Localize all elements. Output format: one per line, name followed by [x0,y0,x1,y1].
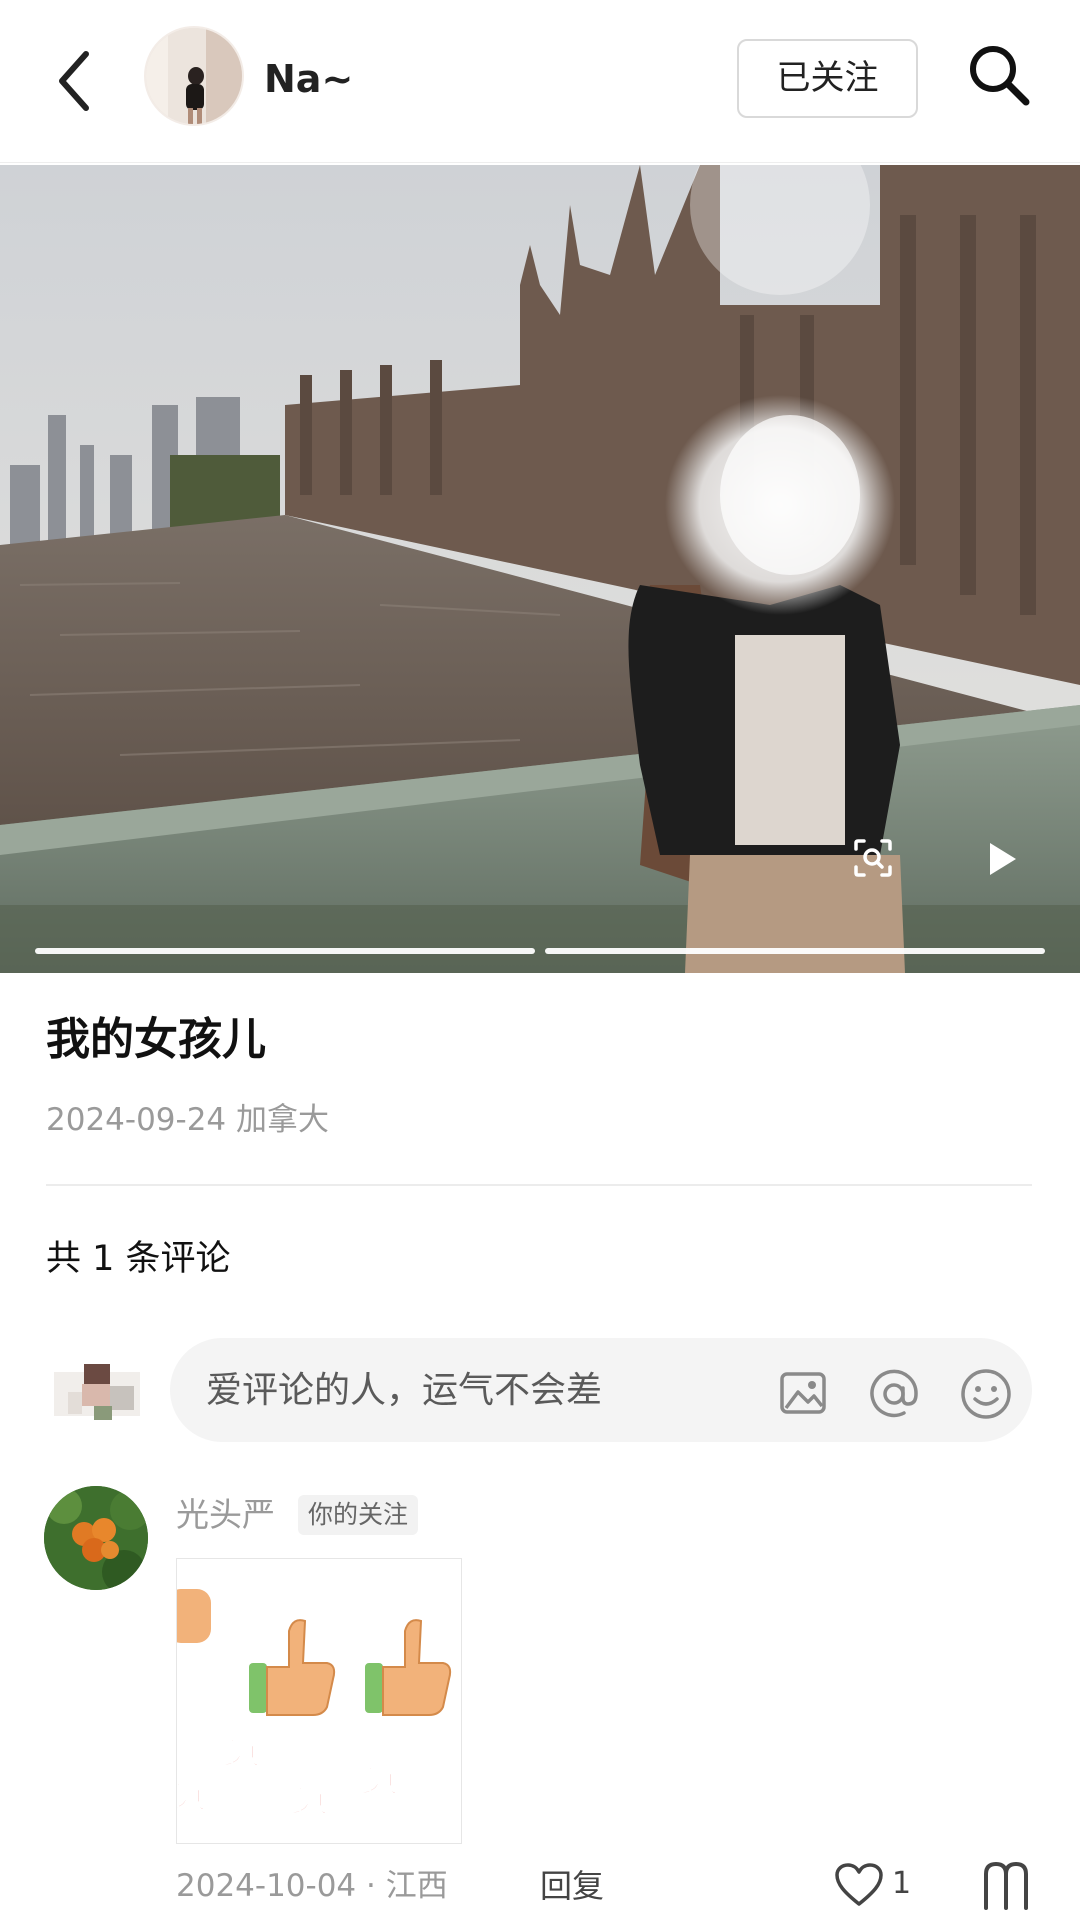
header-divider [0,162,1080,163]
commenter-avatar[interactable] [44,1486,148,1590]
sticker-text-1: 赞 [217,1720,263,1774]
at-icon[interactable] [866,1366,922,1422]
heart-icon [835,1863,883,1906]
reply-button[interactable]: 回复 [540,1864,604,1908]
content-divider [46,1184,1032,1186]
slide-indicator-bar-2 [545,948,1045,954]
more-button[interactable] [980,1860,1036,1912]
comment-date-location: 2024-10-04 · 江西 [176,1868,448,1904]
post-date-location: 2024-09-24 加拿大 [46,1102,330,1138]
my-avatar [54,1362,140,1422]
comment-input-placeholder[interactable]: 爱评论的人，运气不会差 [206,1367,602,1415]
image-search-icon[interactable] [852,837,894,879]
sticker-text-3: 赞 [285,1768,331,1822]
like-button[interactable] [834,1862,884,1908]
comment-count: 共 1 条评论 [46,1239,231,1279]
comment-sticker-image[interactable]: 赞 赞 赞 赞 [176,1558,462,1844]
image-icon[interactable] [778,1368,828,1418]
search-icon [970,46,1030,106]
commenter-name[interactable]: 光头严 [176,1492,275,1538]
post-title: 我的女孩儿 [46,1014,266,1065]
search-button[interactable] [964,40,1034,110]
back-button[interactable] [52,46,102,116]
play-icon[interactable] [986,841,1018,877]
emoji-icon[interactable] [958,1366,1014,1422]
slide-indicator [35,948,1045,954]
sticker-text-2: 赞 [177,1764,209,1818]
author-avatar[interactable] [144,26,244,126]
author-name[interactable]: Na~ [264,52,353,106]
back-icon [59,51,89,111]
following-button[interactable]: 已关注 [737,39,918,118]
like-count: 1 [892,1866,912,1901]
post-photo[interactable] [0,165,1080,973]
following-badge: 你的关注 [298,1495,419,1535]
slide-indicator-bar-1 [35,948,535,954]
sticker-text-4: 赞 [355,1748,401,1802]
more-icon [984,1861,1028,1910]
